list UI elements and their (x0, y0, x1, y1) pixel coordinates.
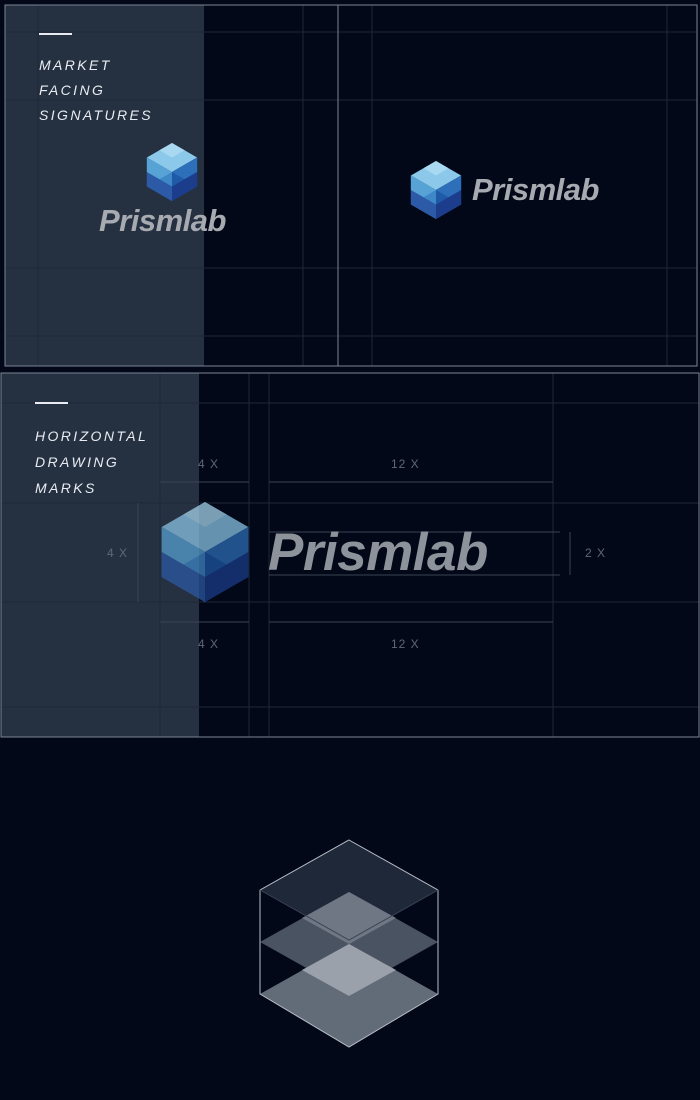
label-line-2: DRAWING (35, 454, 120, 470)
drawing-wordmark: Prismlab (268, 523, 488, 582)
label-line-1: MARKET (39, 57, 112, 73)
dimension-top-left: 4 X (198, 457, 220, 471)
label-line-2: FACING (39, 82, 106, 98)
dimension-left: 4 X (107, 546, 129, 560)
prism-outline-panel (0, 740, 700, 1100)
market-facing-signatures-panel: MARKET FACING SIGNATURES Prismlab Prisml… (0, 0, 700, 368)
label-line-3: SIGNATURES (39, 107, 153, 123)
dimension-top-right: 12 X (391, 457, 420, 471)
signatures-label: MARKET FACING SIGNATURES (39, 53, 153, 128)
label-rule (35, 402, 68, 404)
horizontal-drawing-marks-panel: HORIZONTAL DRAWING MARKS 4 X 12 X 4 X 2 … (0, 372, 700, 738)
dimension-right: 2 X (585, 546, 607, 560)
drawing-label: HORIZONTAL DRAWING MARKS (35, 423, 148, 501)
horizontal-wordmark: Prismlab (472, 172, 599, 207)
dimension-bottom-left: 4 X (198, 637, 220, 651)
prism-outline-icon (259, 839, 439, 1048)
label-line-1: HORIZONTAL (35, 428, 149, 444)
prism-logo-icon (410, 161, 462, 219)
label-rule (39, 33, 72, 35)
label-line-3: MARKS (35, 480, 97, 496)
dimension-bottom-right: 12 X (391, 637, 420, 651)
stacked-wordmark: Prismlab (99, 203, 226, 238)
